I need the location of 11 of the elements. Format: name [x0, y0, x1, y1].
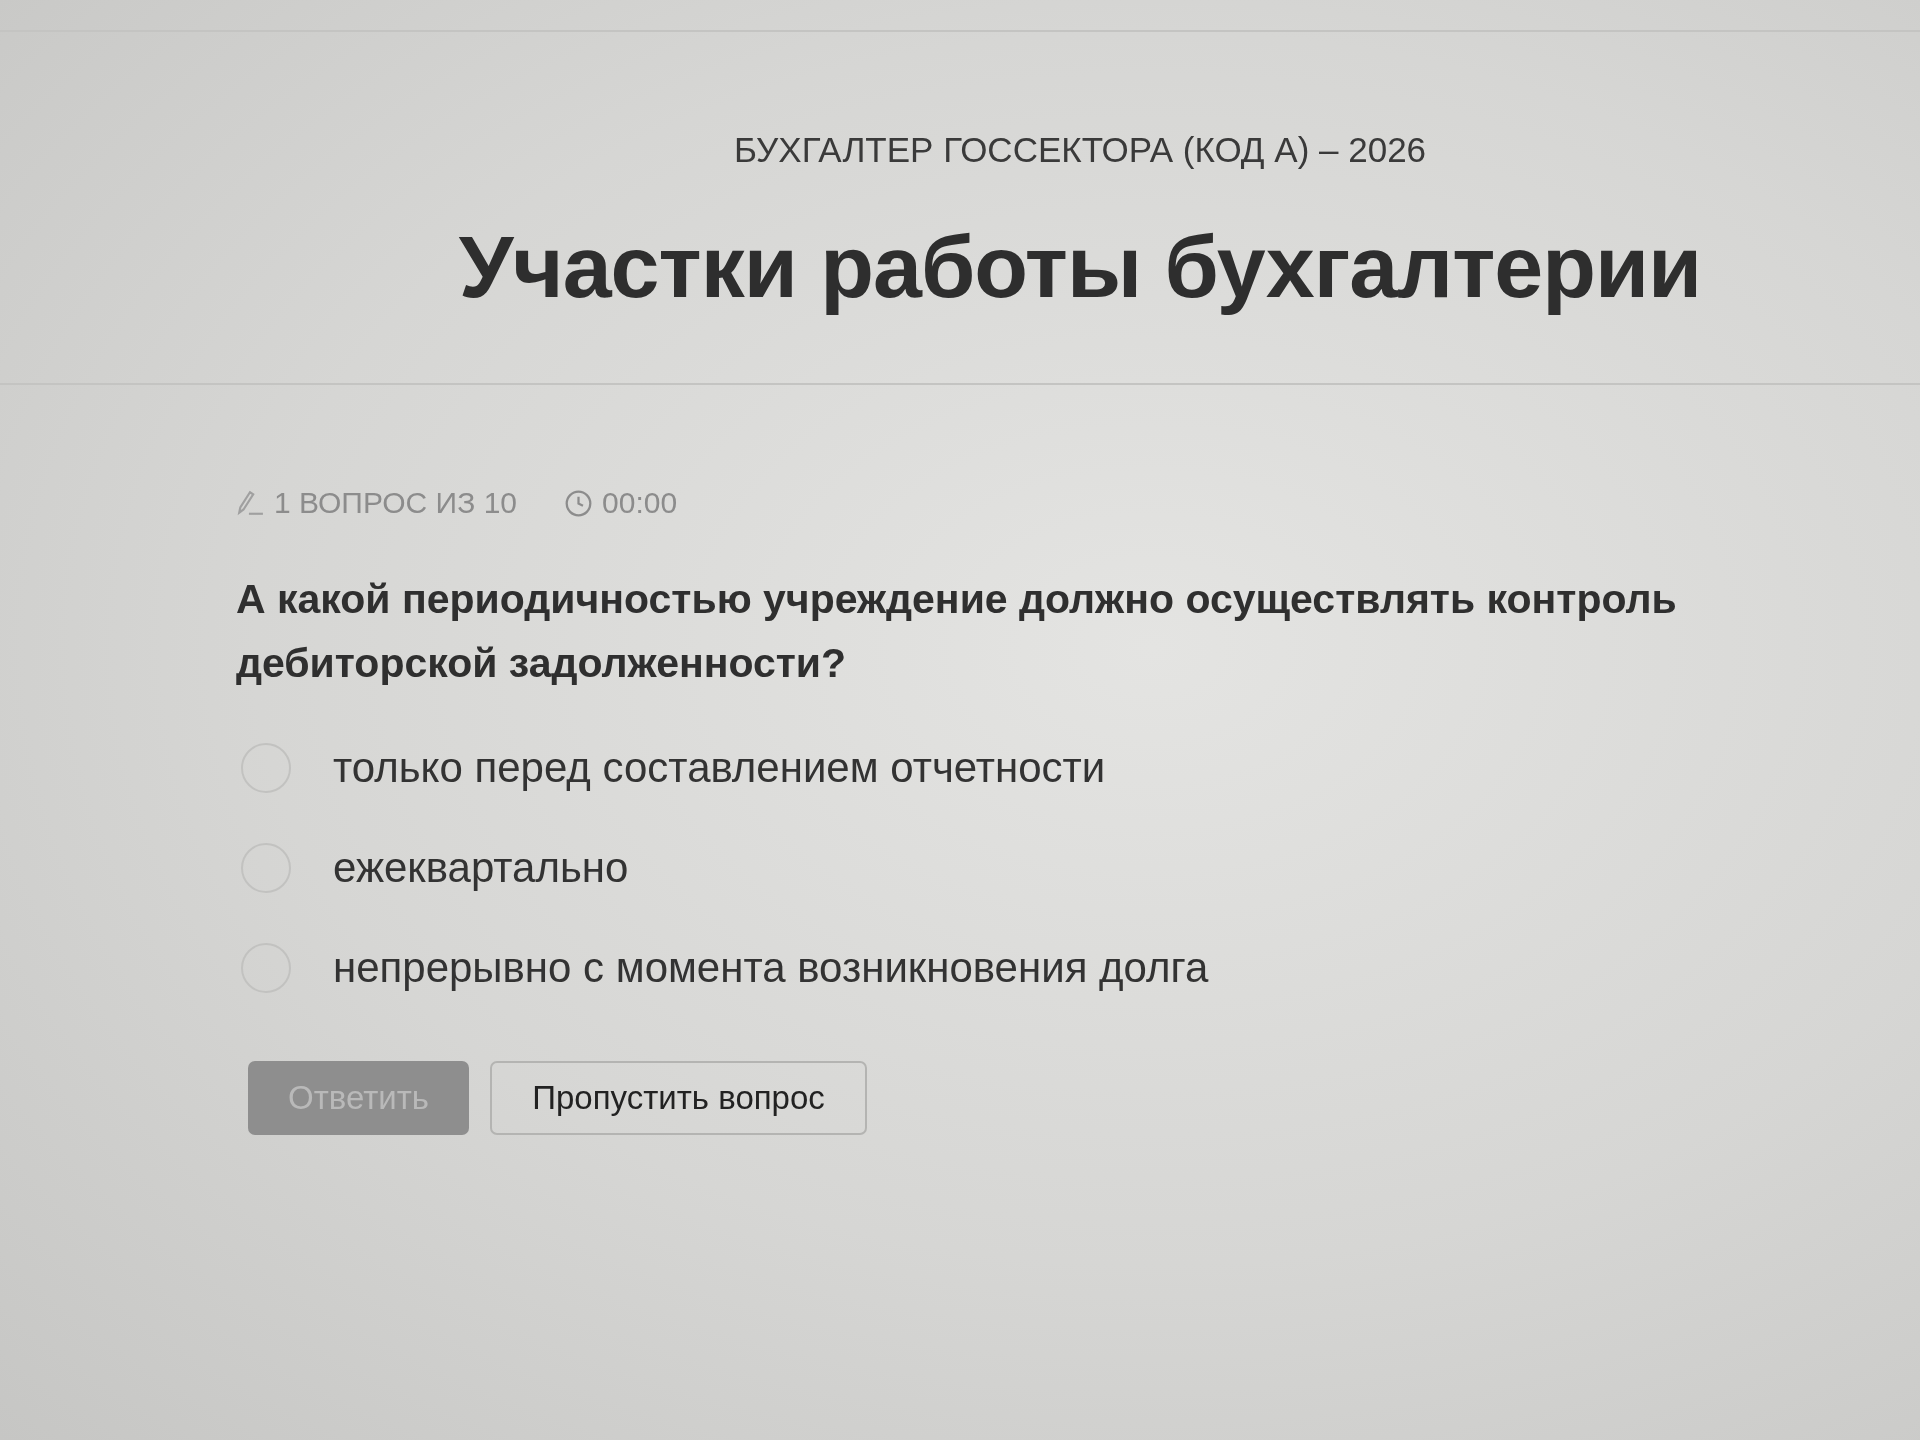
question-text: А какой периодичностью учреждение должно осуществлять контроль дебиторской задолженности? — [236, 575, 1678, 688]
answer-option[interactable]: только перед составлением отчетности — [333, 742, 1106, 794]
timer: 00:00 — [602, 487, 678, 519]
page-title: Участки работы бухгалтерии — [457, 216, 1703, 318]
answer-option[interactable]: непрерывно с момента возникновения долга — [333, 942, 1209, 994]
clock-icon — [565, 489, 592, 517]
question-counter: 1 ВОПРОС ИЗ 10 — [274, 487, 517, 519]
course-name: БУХГАЛТЕР ГОССЕКТОРА (КОД А) – 2026 — [732, 130, 1428, 170]
pencil-icon — [236, 489, 264, 517]
answer-option[interactable]: ежеквартально — [333, 842, 629, 894]
skip-button[interactable]: Пропустить вопрос — [490, 1061, 868, 1135]
